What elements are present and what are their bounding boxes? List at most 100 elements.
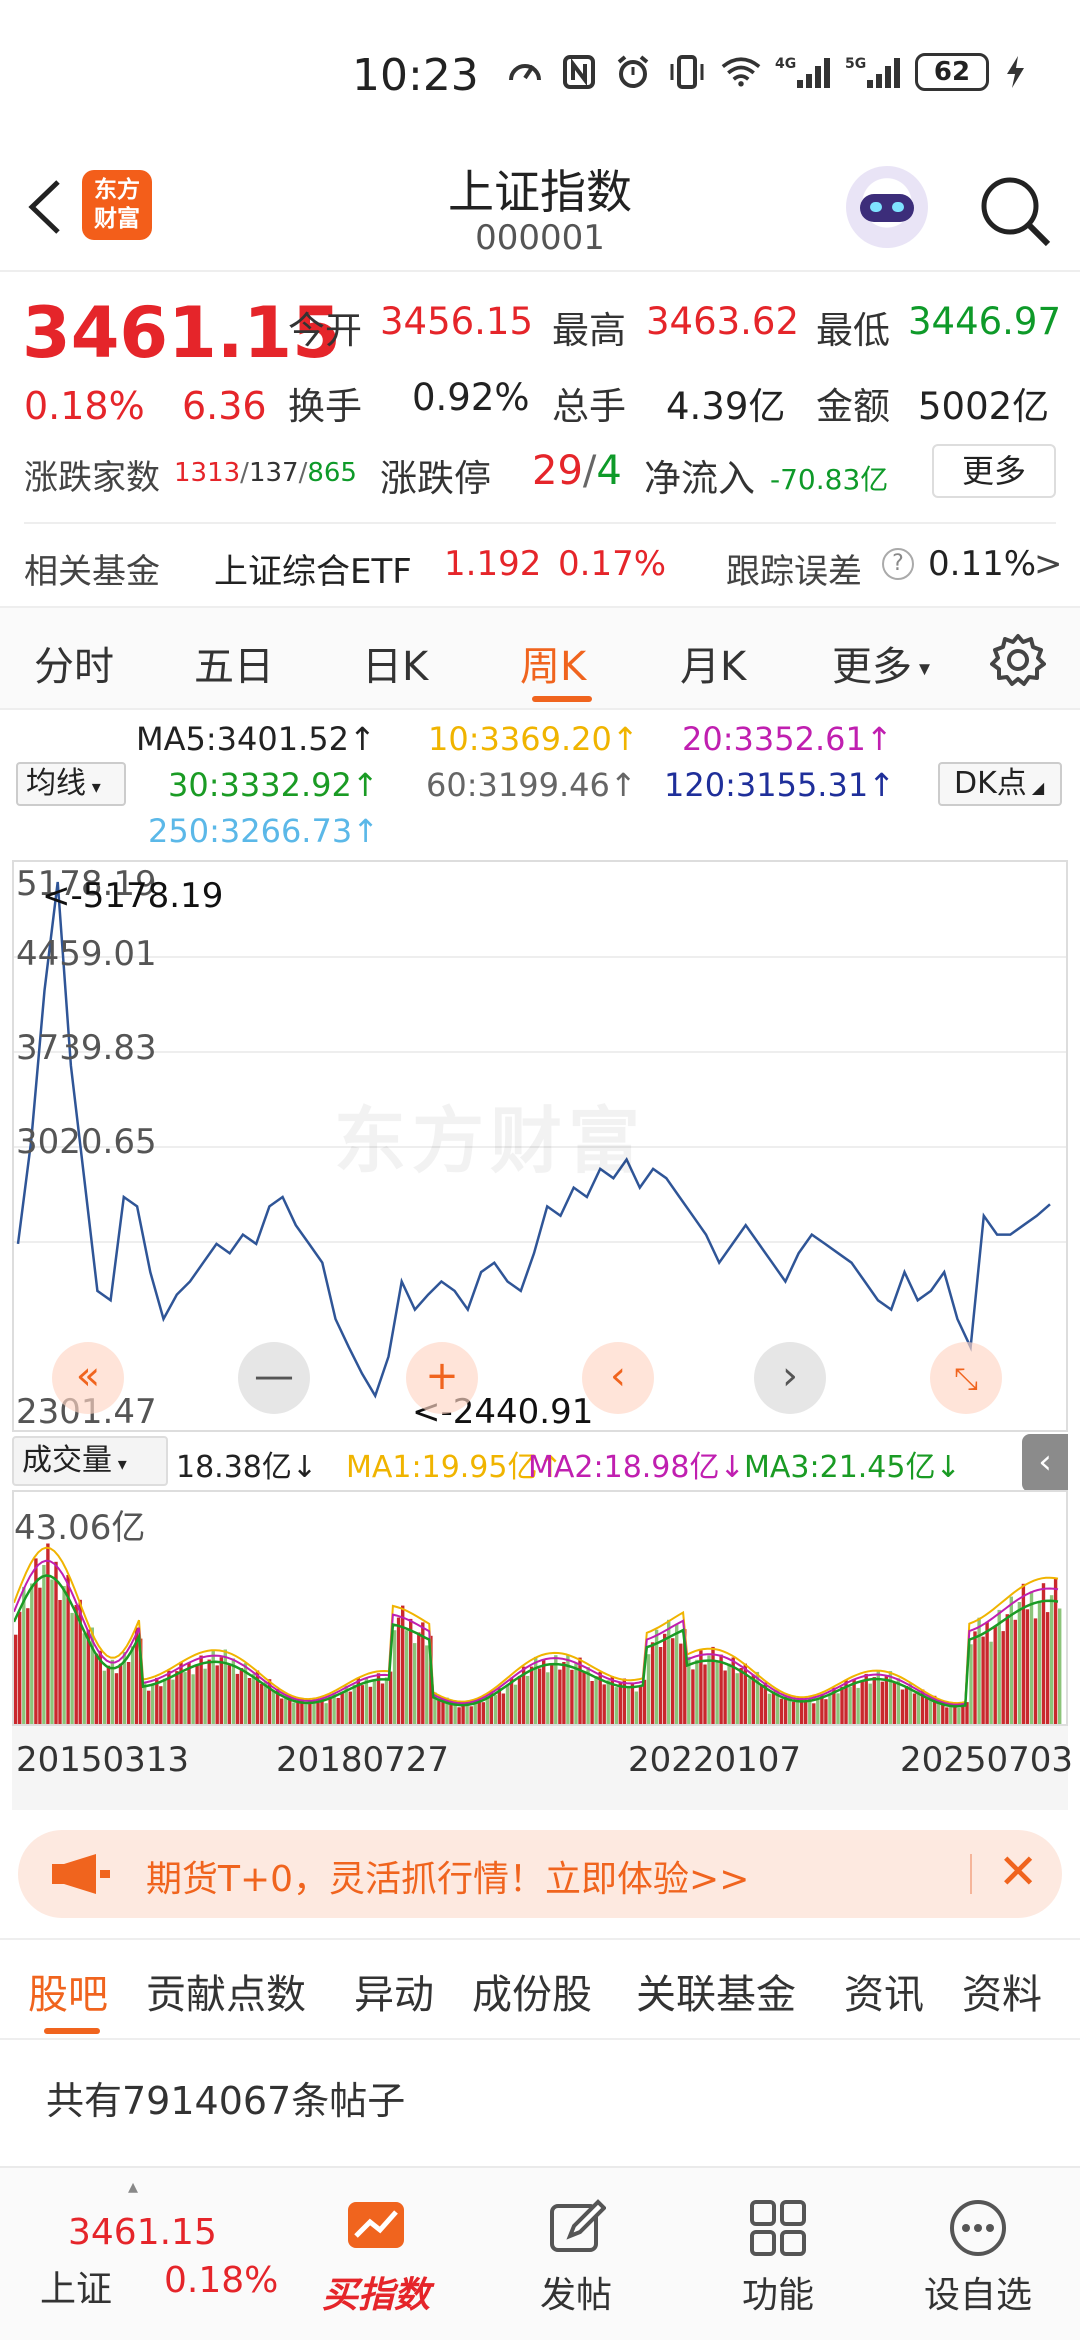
y-label-1: 4459.01	[16, 934, 157, 974]
gear-icon	[990, 634, 1046, 686]
svg-text:4G: 4G	[775, 56, 796, 72]
indicator-select[interactable]: 均线 ▾	[16, 762, 126, 806]
volume-bar	[723, 1670, 727, 1724]
ma30-value: 30:3332.92↑	[168, 766, 379, 804]
zoom-out-button[interactable]: —	[238, 1342, 310, 1414]
tracking-error-value: 0.11%	[928, 544, 1037, 584]
help-icon[interactable]: ?	[882, 548, 914, 580]
bottom-nav: ▴ 3461.15 上证 0.18% 买指数 发帖 功能 设自选	[0, 2166, 1080, 2340]
tab-intraday[interactable]: 分时	[34, 634, 114, 692]
scroll-left-button[interactable]: ‹	[582, 1342, 654, 1414]
volume-bar	[187, 1662, 191, 1724]
volume-value: 4.39亿	[666, 385, 786, 428]
volume-bar	[336, 1698, 340, 1724]
volume-bar	[1045, 1612, 1050, 1724]
volume-bar	[884, 1676, 888, 1724]
volume-bar	[675, 1623, 679, 1724]
post-button[interactable]: 发帖	[496, 2168, 656, 2342]
index-price: 3461.15	[68, 2212, 217, 2253]
related-fund-row[interactable]: 相关基金 上证综合ETF 1.192 0.17% 跟踪误差 ? 0.11% >	[24, 522, 1063, 606]
status-bar: 10:23 4G 5G 62	[0, 0, 1080, 150]
volume-bar	[703, 1664, 707, 1724]
volume-indicator-select[interactable]: 成交量 ▾	[12, 1436, 168, 1486]
zoom-in-button[interactable]: +	[406, 1342, 478, 1414]
volume-bar	[796, 1699, 800, 1724]
volume-bar	[292, 1702, 296, 1724]
caret-up-icon: ▴	[128, 2174, 139, 2198]
volume-ma3: MA3:21.45亿↓	[744, 1450, 961, 1485]
more-quote-button[interactable]: 更多	[932, 444, 1056, 498]
index-quote-switcher[interactable]: ▴ 3461.15 上证 0.18%	[0, 2168, 290, 2342]
tab-profile[interactable]: 资料	[962, 1962, 1042, 2020]
caret-down-icon: ▾	[112, 1454, 127, 1475]
alarm-icon	[613, 52, 653, 92]
tab-related-funds[interactable]: 关联基金	[636, 1962, 796, 2020]
close-banner-button[interactable]: ✕	[998, 1844, 1038, 1900]
robot-face-icon	[860, 194, 914, 222]
volume-bar	[30, 1583, 34, 1724]
volume-bar	[614, 1687, 618, 1724]
signal-4g-icon: 4G	[775, 52, 831, 92]
dk-point-button[interactable]: DK点 ◢	[938, 762, 1062, 806]
promo-banner[interactable]: 期货T+0，灵活抓行情！立即体验>> ✕	[18, 1830, 1062, 1918]
volume-bar	[360, 1685, 364, 1724]
volume-bar	[147, 1690, 151, 1724]
turnover-label: 换手	[288, 385, 362, 428]
fullscreen-button[interactable]: ⤡	[930, 1342, 1002, 1414]
quote-panel: 3461.15 0.18% 6.36 今开 3456.15 最高 3463.62…	[0, 272, 1080, 522]
date-tick-0: 20150313	[16, 1740, 190, 1780]
fund-pct: 0.17%	[558, 544, 667, 584]
volume-bar	[719, 1654, 723, 1724]
volume-bar	[227, 1665, 231, 1724]
volume-bar	[969, 1644, 973, 1724]
volume-bar	[74, 1605, 78, 1724]
date-tick-3: 20250703	[900, 1740, 1074, 1780]
volume-bar	[118, 1663, 123, 1724]
index-pct: 0.18%	[164, 2260, 279, 2301]
search-icon	[981, 177, 1051, 247]
volume-bar	[791, 1701, 796, 1724]
settings-button[interactable]	[990, 632, 1046, 688]
flat-count: 137	[248, 458, 299, 488]
search-button[interactable]	[974, 170, 1054, 250]
tab-five-day[interactable]: 五日	[194, 634, 274, 692]
volume-bar	[824, 1699, 828, 1724]
volume-bar	[352, 1684, 356, 1724]
volume-chart[interactable]: 43.06亿	[12, 1490, 1068, 1726]
buy-index-button[interactable]: 买指数	[296, 2168, 456, 2342]
tab-weekly-k[interactable]: 周K	[520, 634, 586, 692]
ma-legend: MA5:3401.52↑ 10:3369.20↑ 20:3352.61↑ 均线 …	[0, 710, 1080, 860]
volume-bar	[396, 1617, 401, 1724]
net-inflow-label: 净流入	[644, 457, 755, 500]
functions-button[interactable]: 功能	[698, 2168, 858, 2342]
tab-contribution[interactable]: 贡献点数	[146, 1962, 306, 2020]
volume-bar	[207, 1659, 211, 1724]
ai-assistant-avatar[interactable]	[846, 166, 928, 248]
volume-bar	[646, 1654, 651, 1724]
k-line-chart[interactable]: 东方财富 5178.19 4459.01 3739.83 3020.65 230…	[12, 860, 1068, 1432]
y-label-3: 3020.65	[16, 1122, 157, 1162]
volume-bar	[26, 1608, 30, 1724]
jump-start-button[interactable]: «	[52, 1342, 124, 1414]
scroll-right-button[interactable]: ›	[754, 1342, 826, 1414]
volume-bar	[1058, 1608, 1062, 1724]
volume-bar	[106, 1665, 111, 1724]
volume-bar	[808, 1698, 812, 1724]
tab-constituents[interactable]: 成份股	[472, 1962, 592, 2020]
volume-bar	[828, 1693, 832, 1724]
volume-bar	[892, 1682, 897, 1724]
tab-more[interactable]: 更多 ▾	[832, 634, 930, 692]
tab-news[interactable]: 资讯	[844, 1962, 924, 2020]
volume-bar	[1017, 1602, 1022, 1724]
volume-bar	[658, 1647, 663, 1724]
amount-label: 金额	[816, 385, 890, 428]
high-annotation: <-5178.19	[42, 876, 224, 916]
volume-bar	[550, 1663, 554, 1724]
collapse-panel-button[interactable]: ‹	[1022, 1434, 1068, 1492]
tab-daily-k[interactable]: 日K	[362, 634, 428, 692]
add-watchlist-button[interactable]: 设自选	[898, 2168, 1058, 2342]
tab-movement[interactable]: 异动	[354, 1962, 434, 2020]
tab-guba[interactable]: 股吧	[28, 1962, 108, 2020]
tab-monthly-k[interactable]: 月K	[680, 634, 746, 692]
volume-bar	[384, 1677, 389, 1724]
